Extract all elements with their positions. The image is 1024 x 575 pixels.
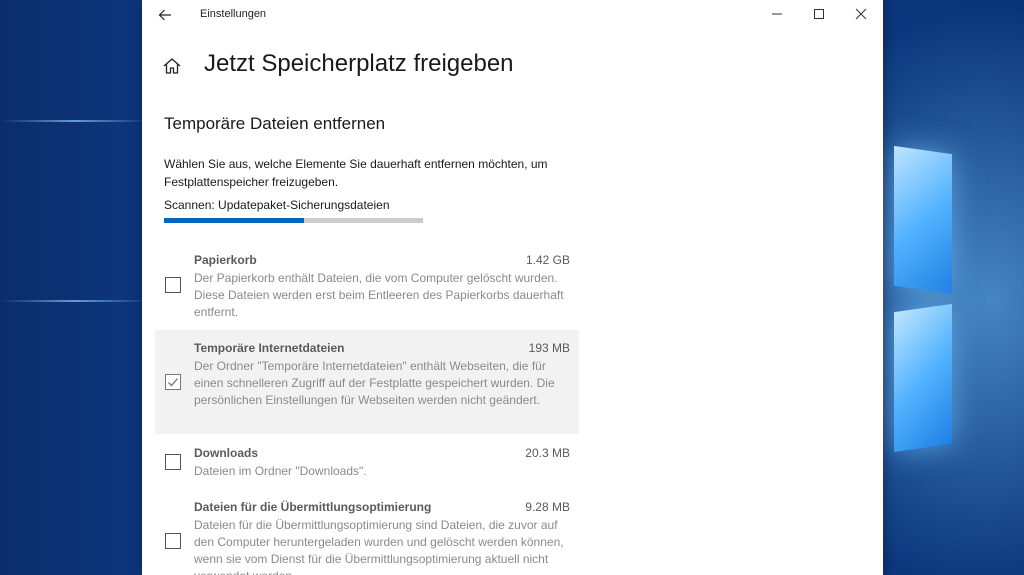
home-icon bbox=[163, 58, 181, 74]
checkbox-temporaere-internetdateien[interactable] bbox=[165, 374, 181, 390]
minimize-button[interactable] bbox=[757, 0, 797, 28]
checkbox-downloads[interactable] bbox=[165, 454, 181, 470]
item-size: 1.42 GB bbox=[525, 253, 570, 267]
scan-progress-bar bbox=[164, 218, 423, 223]
item-name: Dateien für die Übermittlungsoptimierung bbox=[194, 500, 432, 514]
item-description: Dateien im Ordner "Downloads". bbox=[194, 464, 367, 478]
checkbox-uebermittlungsoptimierung[interactable] bbox=[165, 533, 181, 549]
item-description: Der Papierkorb enthält Dateien, die vom … bbox=[194, 271, 564, 319]
background-light-streak bbox=[0, 120, 150, 122]
list-item-temporaere-internetdateien[interactable]: Temporäre Internetdateien 193 MB Der Ord… bbox=[155, 330, 579, 434]
arrow-left-icon bbox=[158, 9, 171, 21]
page-title: Jetzt Speicherplatz freigeben bbox=[204, 50, 514, 77]
back-button[interactable] bbox=[156, 6, 174, 24]
item-name: Downloads bbox=[194, 446, 259, 460]
item-name: Papierkorb bbox=[194, 253, 257, 267]
section-title: Temporäre Dateien entfernen bbox=[164, 114, 386, 133]
section-description: Wählen Sie aus, welche Elemente Sie daue… bbox=[164, 157, 548, 189]
home-button[interactable] bbox=[162, 56, 182, 76]
app-title: Einstellungen bbox=[200, 8, 267, 20]
title-bar: Einstellungen bbox=[142, 0, 883, 30]
list-item-downloads[interactable]: Downloads 20.3 MB Dateien im Ordner "Dow… bbox=[155, 440, 579, 486]
settings-window: Einstellungen Jetzt Speicherplatz freige… bbox=[142, 0, 883, 575]
windows-logo bbox=[884, 130, 1024, 453]
checkmark-icon bbox=[168, 378, 178, 387]
close-button[interactable] bbox=[841, 0, 881, 28]
list-item-papierkorb[interactable]: Papierkorb 1.42 GB Der Papierkorb enthäl… bbox=[155, 245, 579, 325]
scan-status: Scannen: Updatepaket-Sicherungsdateien bbox=[164, 198, 390, 212]
item-size: 20.3 MB bbox=[525, 446, 570, 460]
close-icon bbox=[855, 8, 867, 20]
list-item-uebermittlungsoptimierung[interactable]: Dateien für die Übermittlungsoptimierung… bbox=[155, 494, 579, 575]
item-description: Dateien für die Übermittlungsoptimierung… bbox=[194, 518, 564, 575]
maximize-button[interactable] bbox=[799, 0, 839, 28]
maximize-icon bbox=[814, 9, 824, 19]
item-description: Der Ordner "Temporäre Internetdateien" e… bbox=[194, 359, 555, 407]
checkbox-papierkorb[interactable] bbox=[165, 277, 181, 293]
item-size: 193 MB bbox=[528, 341, 570, 355]
item-size: 9.28 MB bbox=[525, 500, 570, 514]
item-name: Temporäre Internetdateien bbox=[194, 341, 345, 355]
scan-progress-fill bbox=[164, 218, 304, 223]
minimize-icon bbox=[772, 13, 782, 15]
background-light-streak bbox=[0, 300, 150, 302]
